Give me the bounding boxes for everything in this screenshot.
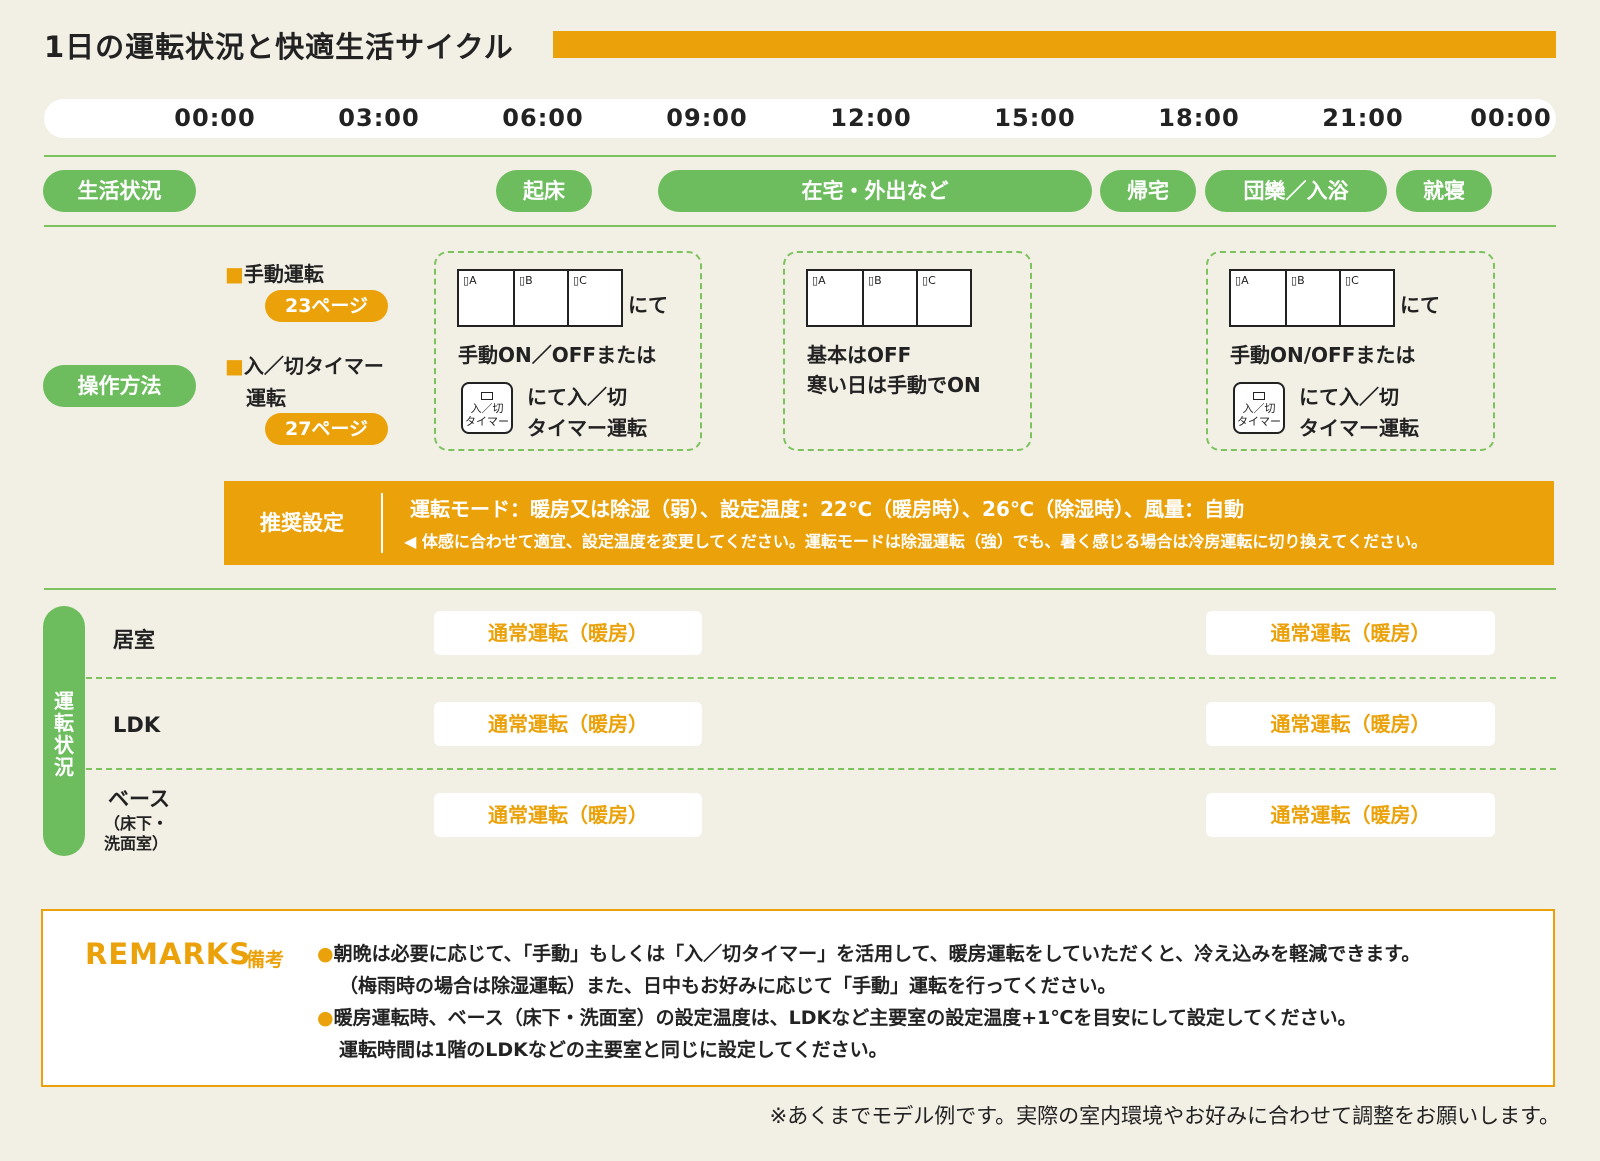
key-c: ▯C bbox=[1339, 271, 1393, 325]
remote-keys: ▯A ▯B ▯C bbox=[806, 269, 972, 327]
event-home-or-out: 在宅・外出など bbox=[658, 170, 1092, 212]
event-return-home: 帰宅 bbox=[1100, 170, 1196, 212]
mode-base-morning: 通常運転（暖房） bbox=[434, 793, 702, 837]
cold-day-text: 寒い日は手動でON bbox=[807, 373, 981, 397]
remark-line-2: （梅雨時の場合は除湿運転）また、日中もお好みに応じて「手動」運転を行ってください… bbox=[339, 975, 1117, 997]
key-a: ▯A bbox=[463, 274, 477, 287]
nite-text: にて bbox=[628, 293, 668, 317]
manual-onoff-text: 手動ON／OFFまたは bbox=[458, 343, 657, 367]
timer-operation-label-2: 運転 bbox=[246, 386, 286, 410]
mode-living-room-evening: 通常運転（暖房） bbox=[1206, 611, 1495, 655]
recommended-settings-label: 推奨設定 bbox=[260, 511, 344, 535]
remote-keys: ▯A ▯B ▯C bbox=[1229, 269, 1395, 327]
manual-onoff-text: 手動ON/OFFまたは bbox=[1230, 343, 1416, 367]
time-tick: 03:00 bbox=[338, 104, 420, 132]
page-title: 1日の運転状況と快適生活サイクル bbox=[44, 30, 514, 64]
event-wake-up: 起床 bbox=[496, 170, 592, 212]
event-bedtime: 就寝 bbox=[1396, 170, 1492, 212]
timer-button-icon: 入／切 タイマー bbox=[461, 382, 513, 434]
time-tick: 18:00 bbox=[1158, 104, 1240, 132]
key-a: ▯A bbox=[812, 274, 826, 287]
operation-box-daytime: ▯A ▯B ▯C 基本はOFF 寒い日は手動でON bbox=[783, 251, 1032, 451]
operation-box-evening: ▯A ▯B ▯C にて 手動ON/OFFまたは 入／切 タイマー にて入／切 タイ… bbox=[1206, 251, 1495, 451]
manual-page-ref[interactable]: 23ページ bbox=[265, 290, 388, 322]
remarks-box: REMARKS 備考 ●朝晩は必要に応じて、「手動」もしくは「入／切タイマー」を… bbox=[41, 909, 1555, 1087]
nite-text: にて bbox=[1400, 293, 1440, 317]
time-tick: 06:00 bbox=[502, 104, 584, 132]
key-c: ▯C bbox=[567, 271, 621, 325]
key-c: ▯C bbox=[916, 271, 970, 325]
mode-living-room-morning: 通常運転（暖房） bbox=[434, 611, 702, 655]
basic-off-text: 基本はOFF bbox=[807, 343, 912, 367]
key-b: ▯B bbox=[513, 271, 567, 325]
remark-line-1: ●朝晩は必要に応じて、「手動」もしくは「入／切タイマー」を活用して、暖房運転をし… bbox=[317, 943, 1421, 965]
remark-line-3: ●暖房運転時、ベース（床下・洗面室）の設定温度は、LDKなど主要室の設定温度+1… bbox=[317, 1007, 1357, 1029]
timer-text-2: タイマー運転 bbox=[527, 416, 647, 440]
remarks-subheading: 備考 bbox=[246, 949, 285, 971]
event-family-bath: 団欒／入浴 bbox=[1205, 170, 1387, 212]
mode-ldk-evening: 通常運転（暖房） bbox=[1206, 702, 1495, 746]
time-tick: 21:00 bbox=[1322, 104, 1404, 132]
time-tick: 09:00 bbox=[666, 104, 748, 132]
time-tick: 00:00 bbox=[1470, 104, 1552, 132]
time-tick: 12:00 bbox=[830, 104, 912, 132]
timer-text-2: タイマー運転 bbox=[1299, 416, 1419, 440]
mode-base-evening: 通常運転（暖房） bbox=[1206, 793, 1495, 837]
divider bbox=[44, 225, 1556, 227]
key-b: ▯B bbox=[862, 271, 916, 325]
remote-keys: ▯A ▯B ▯C bbox=[457, 269, 623, 327]
title-accent-bar bbox=[553, 31, 1556, 58]
recommended-settings-note: ◀ 体感に合わせて適宜、設定温度を変更してください。運転モードは除湿運転（強）で… bbox=[404, 532, 1428, 551]
timer-page-ref[interactable]: 27ページ bbox=[265, 413, 388, 445]
key-a: ▯A bbox=[1235, 274, 1249, 287]
remark-line-4: 運転時間は1階のLDKなどの主要室と同じに設定してください。 bbox=[339, 1039, 888, 1061]
divider bbox=[44, 155, 1556, 157]
life-status-label: 生活状況 bbox=[43, 170, 196, 212]
timer-operation-label: ■入／切タイマー bbox=[225, 354, 384, 378]
row-label-living-room: 居室 bbox=[113, 628, 155, 652]
row-label-base: ベース bbox=[108, 787, 170, 811]
operation-box-morning: ▯A ▯B ▯C にて 手動ON／OFFまたは 入／切 タイマー にて入／切 タイ… bbox=[434, 251, 702, 451]
divider bbox=[44, 588, 1556, 590]
divider bbox=[86, 677, 1556, 679]
operation-status-label: 運転状況 bbox=[43, 606, 85, 856]
recommended-settings-banner: 推奨設定 運転モード：暖房又は除湿（弱）、設定温度：22℃（暖房時）、26℃（除… bbox=[224, 481, 1554, 565]
footnote: ※あくまでモデル例です。実際の室内環境やお好みに合わせて調整をお願いします。 bbox=[769, 1104, 1560, 1128]
timeline-bar: 00:00 03:00 06:00 09:00 12:00 15:00 18:0… bbox=[44, 99, 1556, 138]
recommended-settings-text: 運転モード：暖房又は除湿（弱）、設定温度：22℃（暖房時）、26℃（除湿時）、風… bbox=[410, 497, 1245, 521]
row-label-ldk: LDK bbox=[113, 713, 161, 737]
key-b: ▯B bbox=[1285, 271, 1339, 325]
timer-text-1: にて入／切 bbox=[1299, 385, 1399, 409]
timer-text-1: にて入／切 bbox=[527, 385, 627, 409]
row-sublabel-base: （床下・ 洗面室） bbox=[104, 814, 169, 853]
operation-method-label: 操作方法 bbox=[43, 365, 196, 407]
time-tick: 15:00 bbox=[994, 104, 1076, 132]
timer-button-icon: 入／切 タイマー bbox=[1233, 382, 1285, 434]
divider bbox=[381, 493, 383, 553]
time-tick: 00:00 bbox=[174, 104, 256, 132]
mode-ldk-morning: 通常運転（暖房） bbox=[434, 702, 702, 746]
divider bbox=[86, 768, 1556, 770]
remarks-heading: REMARKS bbox=[85, 937, 252, 971]
manual-operation-label: ■手動運転 bbox=[225, 262, 324, 286]
